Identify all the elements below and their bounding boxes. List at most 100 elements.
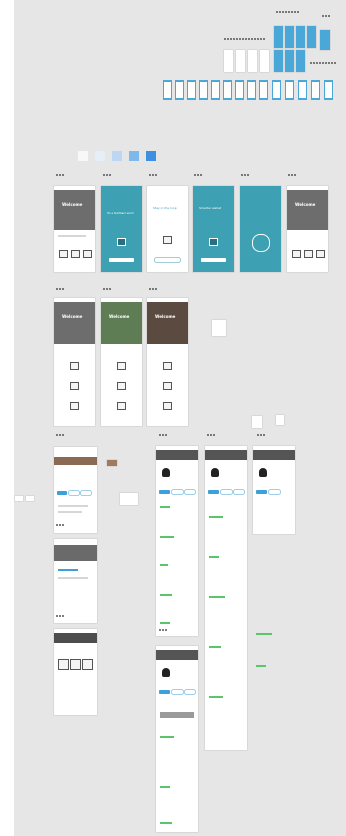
account-screen[interactable] [253, 446, 295, 534]
thumbnail[interactable] [260, 50, 269, 72]
frame-label [276, 11, 299, 14]
thumbnail[interactable] [285, 50, 294, 72]
avatar[interactable] [162, 668, 170, 677]
hand-icon[interactable] [117, 382, 126, 390]
frame-label [207, 434, 215, 437]
thumbnail[interactable] [247, 80, 256, 100]
bank-icon[interactable] [316, 250, 325, 258]
home-screen[interactable]: Welcome [147, 298, 188, 426]
detail-screen[interactable] [54, 539, 97, 623]
thumbnail[interactable] [163, 80, 172, 100]
onboarding-screen[interactable]: Stay in the loop [147, 186, 188, 272]
monitor-icon[interactable] [70, 402, 79, 410]
thumbnail[interactable] [224, 50, 233, 72]
tab-button[interactable] [69, 491, 79, 495]
next-button[interactable] [201, 258, 226, 262]
list-item [58, 235, 86, 237]
home-screen[interactable]: Welcome [54, 298, 95, 426]
design-canvas[interactable]: Welcome It's a SoloTeam world Stay in th… [14, 0, 346, 836]
sticky-note[interactable] [212, 320, 226, 336]
book-icon[interactable] [70, 362, 79, 370]
coin-icon[interactable] [71, 250, 80, 258]
thumbnail[interactable] [187, 80, 196, 100]
book-icon[interactable] [117, 362, 126, 370]
menu-tile[interactable] [58, 659, 69, 670]
card-icon[interactable] [59, 250, 68, 258]
card-icon[interactable] [292, 250, 301, 258]
thumbnail[interactable] [211, 80, 220, 100]
onboarding-screen[interactable] [240, 186, 281, 272]
thumbnail[interactable] [235, 80, 244, 100]
thumbnail[interactable] [324, 80, 333, 100]
sticky-note[interactable] [15, 496, 23, 501]
sticky-note[interactable] [107, 460, 117, 466]
profile-screen[interactable] [156, 446, 198, 636]
avatar[interactable] [259, 468, 267, 477]
thumbnail[interactable] [272, 80, 281, 100]
tab-button[interactable] [159, 690, 170, 694]
thumbnail[interactable] [259, 80, 268, 100]
color-swatch[interactable] [95, 151, 105, 161]
next-button[interactable] [109, 258, 134, 262]
bank-icon[interactable] [83, 250, 92, 258]
coin-icon[interactable] [304, 250, 313, 258]
welcome-screen[interactable]: Welcome [287, 186, 328, 272]
onboarding-screen[interactable]: Smarter wallet [193, 186, 234, 272]
tab-button[interactable] [159, 490, 170, 494]
tab-button[interactable] [221, 490, 232, 494]
hand-icon[interactable] [163, 382, 172, 390]
menu-tile[interactable] [82, 659, 93, 670]
onboarding-screen[interactable]: It's a SoloTeam world [101, 186, 142, 272]
frame-label [56, 524, 64, 527]
avatar[interactable] [162, 468, 170, 477]
monitor-icon [209, 238, 218, 246]
color-swatch[interactable] [129, 151, 139, 161]
sticky-note[interactable] [26, 496, 34, 501]
thumbnail[interactable] [274, 50, 283, 72]
tab-button[interactable] [256, 490, 267, 494]
thumbnail[interactable] [199, 80, 208, 100]
color-swatch[interactable] [78, 151, 88, 161]
tab-button[interactable] [172, 690, 183, 694]
thumbnail[interactable] [320, 30, 330, 50]
product-screen[interactable] [54, 447, 97, 533]
sticky-note[interactable] [120, 493, 138, 505]
thumbnail[interactable] [236, 50, 245, 72]
thumbnail[interactable] [248, 50, 257, 72]
frame-label [159, 434, 167, 437]
next-button[interactable] [155, 258, 180, 262]
welcome-screen[interactable]: Welcome [54, 186, 95, 272]
hand-icon[interactable] [70, 382, 79, 390]
profile-screen[interactable] [156, 646, 198, 832]
color-swatch[interactable] [146, 151, 156, 161]
feed-screen[interactable] [205, 446, 247, 750]
tab-button[interactable] [269, 490, 280, 494]
menu-screen[interactable] [54, 629, 97, 715]
thumbnail[interactable] [223, 80, 232, 100]
tab-button[interactable] [185, 490, 195, 494]
monitor-icon[interactable] [117, 402, 126, 410]
thumbnail[interactable] [296, 50, 305, 72]
sticky-note[interactable] [276, 415, 284, 425]
monitor-icon[interactable] [163, 402, 172, 410]
book-icon[interactable] [163, 362, 172, 370]
avatar[interactable] [211, 468, 219, 477]
tab-button[interactable] [81, 491, 91, 495]
sticky-note[interactable] [252, 416, 262, 428]
thumbnail[interactable] [274, 26, 283, 48]
thumbnail[interactable] [311, 80, 320, 100]
thumbnail[interactable] [175, 80, 184, 100]
thumbnail[interactable] [296, 26, 305, 48]
tab-button[interactable] [234, 490, 244, 494]
color-swatch[interactable] [112, 151, 122, 161]
menu-tile[interactable] [70, 659, 81, 670]
thumbnail[interactable] [285, 26, 294, 48]
tab-button[interactable] [208, 490, 219, 494]
home-screen[interactable]: Welcome [101, 298, 142, 426]
thumbnail[interactable] [307, 26, 316, 48]
tab-button[interactable] [172, 490, 183, 494]
tab-button[interactable] [185, 690, 195, 694]
tab-button[interactable] [57, 491, 67, 495]
thumbnail[interactable] [298, 80, 307, 100]
thumbnail[interactable] [285, 80, 294, 100]
